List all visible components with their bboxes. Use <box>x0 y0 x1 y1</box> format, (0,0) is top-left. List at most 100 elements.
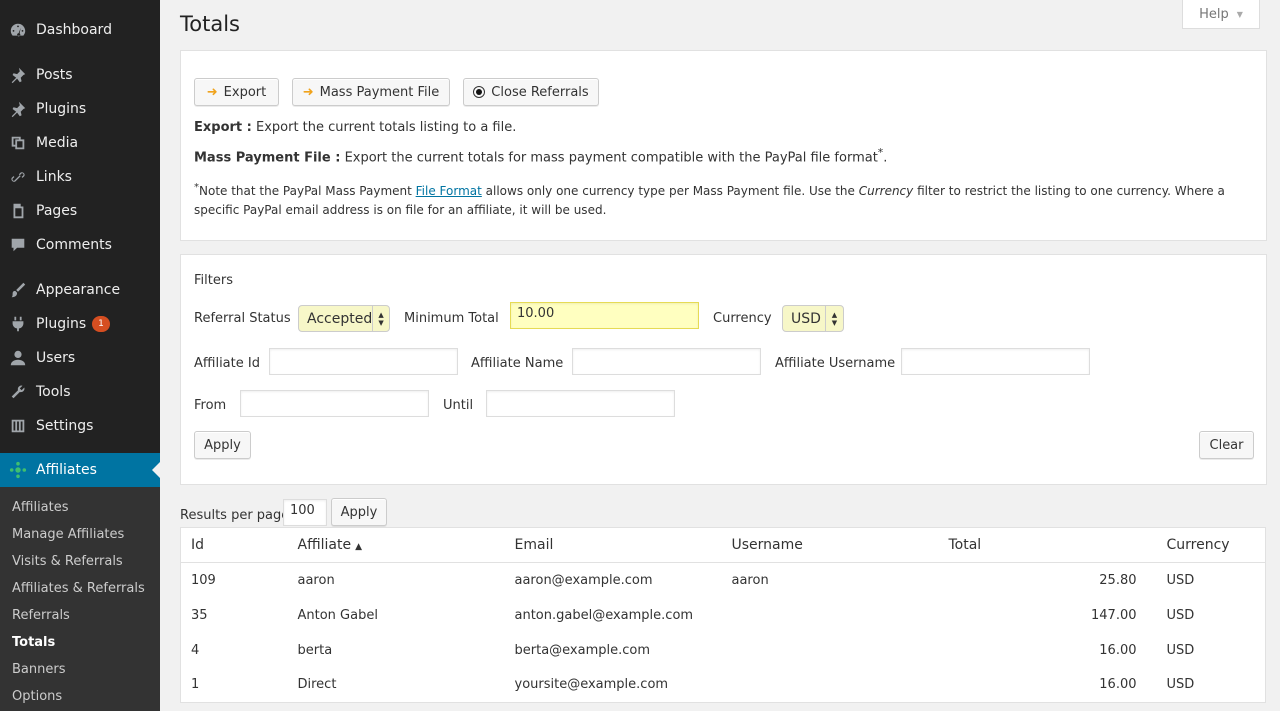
mass-desc-title: Mass Payment File : <box>194 150 341 166</box>
column-affiliate-label: Affiliate <box>297 537 352 553</box>
column-affiliate[interactable]: Affiliate ▲ <box>287 527 505 563</box>
cell-affiliate: Direct <box>297 677 337 693</box>
referral-status-select[interactable]: Accepted ▲ ▼ <box>298 305 390 332</box>
menu-item-settings[interactable]: Settings <box>0 409 160 443</box>
currency-select[interactable]: USD ▲ ▼ <box>782 305 844 332</box>
column-id[interactable]: Id <box>180 527 288 563</box>
mass-payment-button-label: Mass Payment File <box>319 84 440 100</box>
menu-item-plugins[interactable]: Plugins 1 <box>0 307 160 341</box>
affiliate-name-input[interactable] <box>572 348 761 375</box>
submenu-options[interactable]: Options <box>12 689 62 704</box>
column-total[interactable]: Total <box>938 527 1157 563</box>
affiliate-username-label: Affiliate Username <box>775 356 896 371</box>
cell-currency: USD <box>1166 677 1195 693</box>
note-italic: Currency <box>858 184 914 198</box>
filters-apply-button[interactable]: Apply <box>194 431 251 459</box>
submenu-totals[interactable]: Totals <box>12 635 55 650</box>
cell-total: 16.00 <box>1099 642 1137 658</box>
column-email[interactable]: Email <box>504 527 722 563</box>
cell-currency: USD <box>1166 607 1195 623</box>
cell-email: yoursite@example.com <box>514 677 669 693</box>
cell-email: anton.gabel@example.com <box>514 607 694 623</box>
filters-title: Filters <box>194 273 233 288</box>
menu-item-media[interactable]: Media <box>0 126 160 160</box>
menu-label: Links <box>36 169 72 185</box>
from-label: From <box>194 398 227 413</box>
mass-payment-file-button[interactable]: ➜ Mass Payment File <box>292 78 450 106</box>
help-label: Help <box>1199 6 1229 22</box>
menu-item-posts[interactable]: Posts <box>0 58 160 92</box>
menu-item-dashboard[interactable]: Dashboard <box>0 13 160 47</box>
cell-currency: USD <box>1166 642 1195 658</box>
menu-item-pages[interactable]: Pages <box>0 194 160 228</box>
admin-sidebar: Dashboard Posts Plugins Media Links Page… <box>0 0 160 711</box>
help-tab[interactable]: Help ▼ <box>1182 0 1260 29</box>
menu-item-affiliates[interactable]: Affiliates <box>0 453 160 487</box>
cell-username <box>722 598 939 633</box>
menu-label: Affiliates <box>36 462 97 478</box>
note-text-2: allows only one currency type per Mass P… <box>481 184 859 198</box>
cell-id: 109 <box>191 572 216 588</box>
results-apply-button[interactable]: Apply <box>331 498 387 526</box>
menu-label: Appearance <box>36 282 121 298</box>
filters-panel: Filters Referral Status Accepted ▲ ▼ Mini… <box>180 254 1267 485</box>
radio-dot-icon <box>473 86 486 98</box>
until-date-input[interactable] <box>486 390 675 417</box>
paypal-note: *Note that the PayPal Mass Payment File … <box>194 178 1254 220</box>
table-row[interactable]: 1 Direct yoursite@example.com 16.00 USD <box>181 668 1266 703</box>
submenu-referrals[interactable]: Referrals <box>12 608 70 623</box>
minimum-total-input[interactable]: 10.00 <box>510 302 699 329</box>
cell-currency: USD <box>1166 572 1195 588</box>
affiliate-username-input[interactable] <box>901 348 1090 375</box>
mass-desc-text: Export the current totals for mass payme… <box>340 150 878 166</box>
export-button[interactable]: ➜ Export <box>194 78 279 106</box>
plug-icon <box>0 315 36 333</box>
menu-label: Plugins <box>36 316 87 332</box>
cell-id: 1 <box>191 677 200 693</box>
menu-item-plugins-top[interactable]: Plugins <box>0 92 160 126</box>
menu-label: Tools <box>36 384 71 400</box>
export-desc-text: Export the current totals listing to a f… <box>251 120 517 135</box>
menu-item-appearance[interactable]: Appearance <box>0 273 160 307</box>
mass-payment-description: Mass Payment File : Export the current t… <box>194 146 887 165</box>
affiliate-id-input[interactable] <box>269 348 458 375</box>
from-date-input[interactable] <box>240 390 429 417</box>
select-arrows-icon: ▲ ▼ <box>372 306 389 331</box>
table-row[interactable]: 35 Anton Gabel anton.gabel@example.com 1… <box>181 598 1266 633</box>
submenu-banners[interactable]: Banners <box>12 662 65 677</box>
menu-item-tools[interactable]: Tools <box>0 375 160 409</box>
minimum-total-label: Minimum Total <box>404 311 499 326</box>
close-referrals-button[interactable]: Close Referrals <box>463 78 599 106</box>
menu-item-links[interactable]: Links <box>0 160 160 194</box>
table-row[interactable]: 109 aaron aaron@example.com aaron 25.80 … <box>181 563 1266 598</box>
menu-label: Users <box>36 350 76 366</box>
filters-clear-button[interactable]: Clear <box>1199 431 1254 459</box>
menu-label: Dashboard <box>36 22 112 38</box>
column-username[interactable]: Username <box>721 527 939 563</box>
submenu-manage-affiliates[interactable]: Manage Affiliates <box>12 527 124 542</box>
settings-icon <box>0 417 36 435</box>
comment-icon <box>0 236 36 254</box>
menu-item-users[interactable]: Users <box>0 341 160 375</box>
submenu-affiliates-referrals[interactable]: Affiliates & Referrals <box>12 581 145 596</box>
page-title: Totals <box>180 12 240 36</box>
cell-total: 25.80 <box>1099 572 1137 588</box>
cell-affiliate: Anton Gabel <box>297 607 378 623</box>
main-content: Totals Help ▼ ➜ Export ➜ Mass Payment Fi… <box>160 0 1280 711</box>
table-row[interactable]: 4 berta berta@example.com 16.00 USD <box>181 633 1266 668</box>
submenu-visits-referrals[interactable]: Visits & Referrals <box>12 554 123 569</box>
file-format-link[interactable]: File Format <box>416 184 482 198</box>
brush-icon <box>0 281 36 299</box>
user-icon <box>0 349 36 367</box>
menu-item-comments[interactable]: Comments <box>0 228 160 262</box>
column-currency[interactable]: Currency <box>1156 527 1266 563</box>
menu-label: Posts <box>36 67 73 83</box>
cell-affiliate: aaron <box>297 572 335 588</box>
affiliate-id-label: Affiliate Id <box>194 356 260 371</box>
currency-label: Currency <box>713 311 772 326</box>
dashboard-icon <box>0 21 36 39</box>
submenu-affiliates[interactable]: Affiliates <box>12 500 69 515</box>
affiliates-submenu: Affiliates Manage Affiliates Visits & Re… <box>0 487 160 711</box>
results-per-page-input[interactable]: 100 <box>283 499 327 526</box>
export-button-label: Export <box>223 84 267 100</box>
